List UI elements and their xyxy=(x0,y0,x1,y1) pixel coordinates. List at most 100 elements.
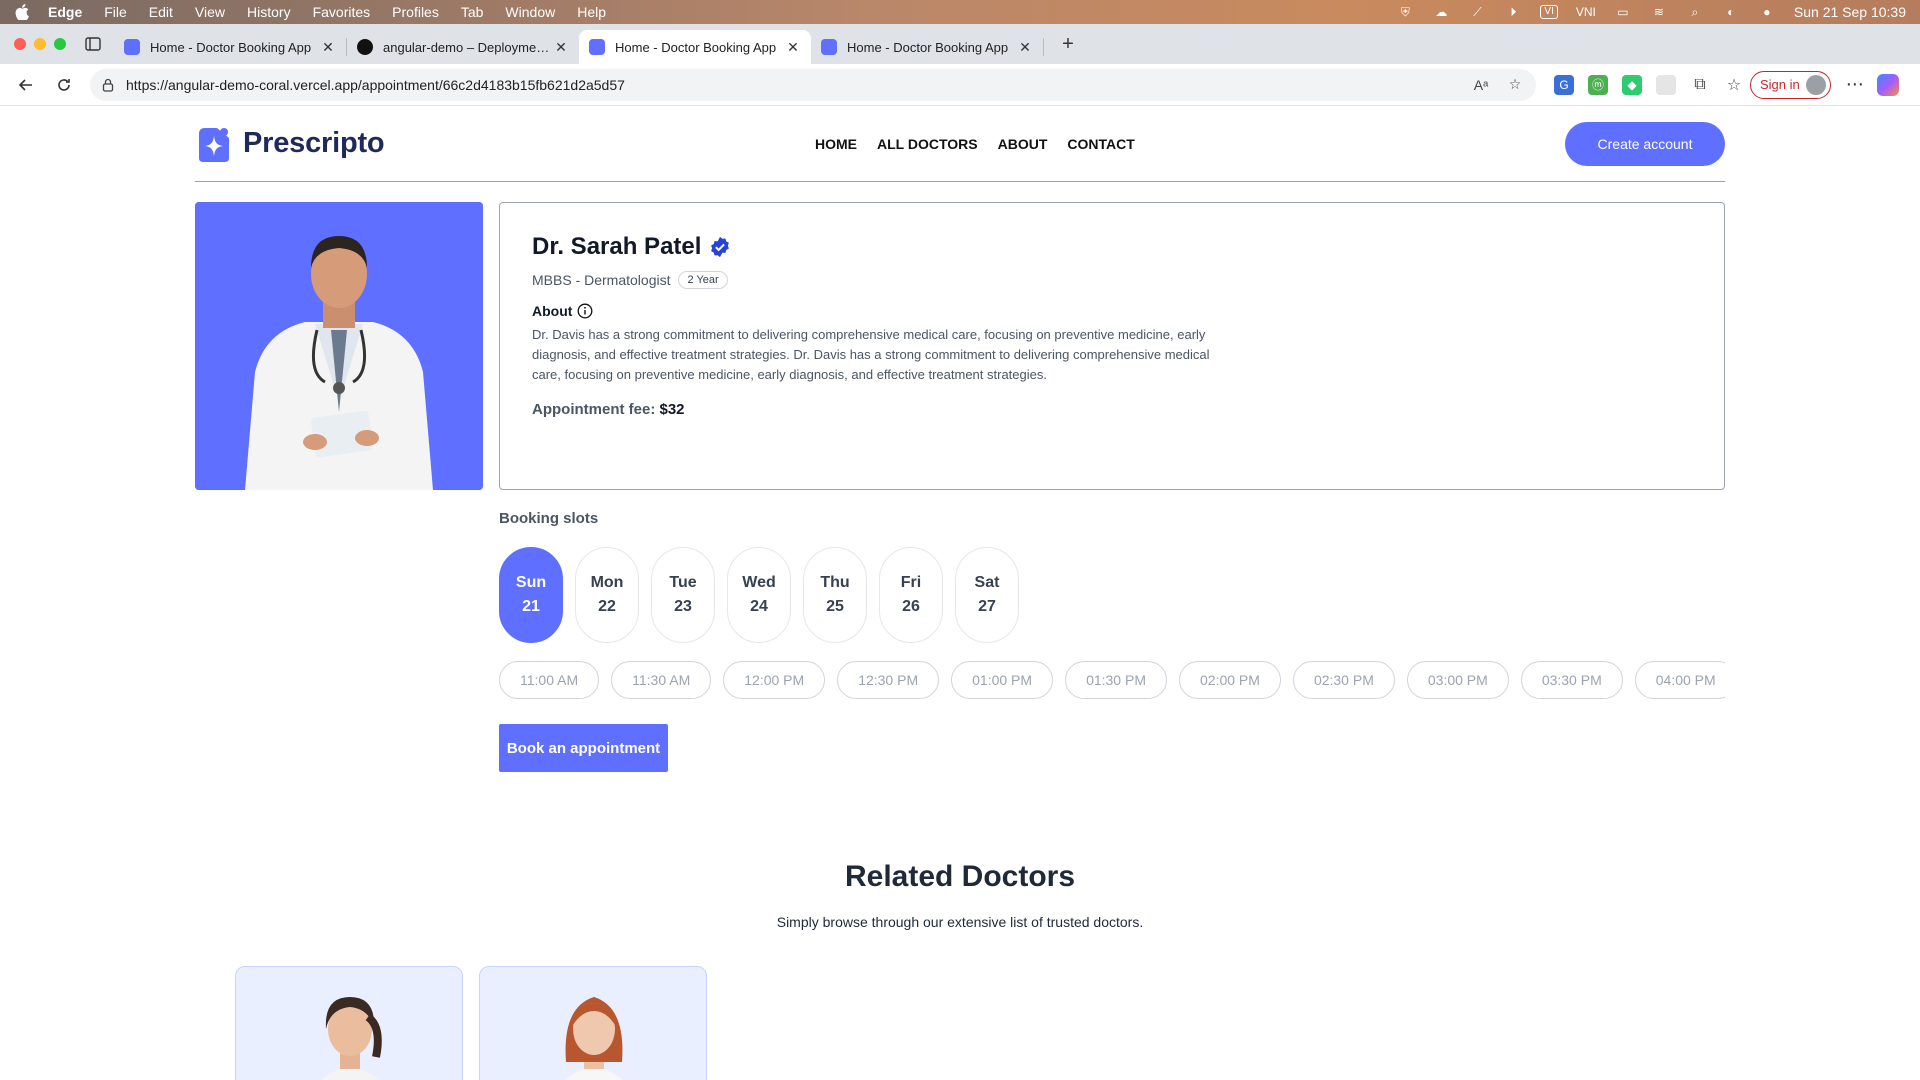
control-center-icon[interactable]: ◐ xyxy=(1722,5,1740,19)
time-slot[interactable]: 12:00 PM xyxy=(723,661,826,699)
sign-in-button[interactable]: Sign in xyxy=(1750,70,1831,99)
menubar-clock[interactable]: Sun 21 Sep 10:39 xyxy=(1794,4,1906,20)
day-selector: Sun 21 Mon 22 Tue 23 Wed 24 Thu 25 Fri 2… xyxy=(499,547,1019,643)
time-slot[interactable]: 12:30 PM xyxy=(837,661,940,699)
nav-contact[interactable]: CONTACT xyxy=(1067,136,1134,152)
nav-home[interactable]: HOME xyxy=(815,136,857,152)
menu-favorites[interactable]: Favorites xyxy=(313,4,371,20)
address-bar[interactable]: https://angular-demo-coral.vercel.app/ap… xyxy=(90,68,1536,101)
book-appointment-button[interactable]: Book an appointment xyxy=(499,724,668,772)
site-info-lock-icon[interactable] xyxy=(100,77,116,93)
favorite-star-icon[interactable]: ☆ xyxy=(1504,74,1526,96)
time-slot[interactable]: 02:30 PM xyxy=(1292,661,1395,699)
siri-icon[interactable]: ● xyxy=(1758,5,1776,19)
close-window-button[interactable] xyxy=(14,38,26,50)
tab-title: Home - Doctor Booking App xyxy=(847,39,1009,55)
menu-edit[interactable]: Edit xyxy=(149,4,173,20)
menu-app-name[interactable]: Edge xyxy=(48,4,82,20)
menu-view[interactable]: View xyxy=(195,4,225,20)
time-slot[interactable]: 02:00 PM xyxy=(1179,661,1281,699)
diamond-extension-icon[interactable]: ◆ xyxy=(1622,74,1642,95)
apple-icon[interactable] xyxy=(14,4,30,20)
web-page: Prescripto HOME ALL DOCTORS ABOUT CONTAC… xyxy=(0,106,1920,1080)
copilot-icon[interactable] xyxy=(1876,73,1899,96)
browser-tab-1[interactable]: Home - Doctor Booking App ✕ xyxy=(114,30,346,64)
day-name: Mon xyxy=(590,574,624,591)
experience-badge: 2 Year xyxy=(678,271,728,289)
nav-about[interactable]: ABOUT xyxy=(998,136,1048,152)
time-slot[interactable]: 04:00 PM xyxy=(1634,661,1725,699)
related-doctor-card[interactable] xyxy=(235,966,463,1080)
spotlight-search-icon[interactable]: ⌕ xyxy=(1686,5,1704,19)
more-options-icon[interactable]: ⋯ xyxy=(1843,74,1867,95)
green-extension-icon[interactable]: ⓜ xyxy=(1588,74,1608,95)
time-slot[interactable]: 01:00 PM xyxy=(951,661,1054,699)
time-slot-scroller[interactable]: 11:00 AM 11:30 AM 12:00 PM 12:30 PM 01:0… xyxy=(499,661,1725,701)
battery-icon[interactable]: ▭ xyxy=(1614,5,1632,19)
day-name: Fri xyxy=(900,574,922,591)
refresh-icon[interactable] xyxy=(48,69,80,101)
related-doctors-subtitle: Simply browse through our extensive list… xyxy=(776,914,1144,930)
tab-title: Home - Doctor Booking App xyxy=(150,39,312,55)
menu-profiles[interactable]: Profiles xyxy=(392,4,439,20)
doctor-name-row: Dr. Sarah Patel xyxy=(532,233,1692,261)
cloud-icon[interactable]: ☁ xyxy=(1432,5,1450,19)
close-tab-icon[interactable]: ✕ xyxy=(320,39,336,55)
play-circle-icon[interactable]: ⏵ xyxy=(1504,5,1522,19)
close-tab-icon[interactable]: ✕ xyxy=(785,39,801,55)
related-doctor-card[interactable] xyxy=(479,966,707,1080)
read-aloud-icon[interactable]: Aᵃ xyxy=(1470,74,1492,96)
doctor-portrait-illustration xyxy=(195,202,483,490)
day-slot-thu[interactable]: Thu 25 xyxy=(803,547,867,643)
doctor-meta: MBBS - Dermatologist 2 Year xyxy=(532,271,1692,289)
browser-tab-4[interactable]: Home - Doctor Booking App ✕ xyxy=(811,30,1043,64)
day-slot-mon[interactable]: Mon 22 xyxy=(575,547,639,643)
create-account-button[interactable]: Create account xyxy=(1565,121,1725,166)
close-tab-icon[interactable]: ✕ xyxy=(553,39,569,55)
wifi-icon[interactable]: ≋ xyxy=(1650,5,1668,19)
prescripto-favicon-icon xyxy=(124,39,140,55)
browser-tab-2[interactable]: angular-demo – Deployment O ✕ xyxy=(347,30,579,64)
nav-all-doctors[interactable]: ALL DOCTORS xyxy=(877,136,978,152)
related-doctor-photo xyxy=(565,997,623,1080)
grey-extension-icon[interactable] xyxy=(1656,74,1676,95)
favorites-icon[interactable]: ☆ xyxy=(1724,75,1744,95)
menu-tab[interactable]: Tab xyxy=(461,4,484,20)
menu-history[interactable]: History xyxy=(247,4,291,20)
menu-window[interactable]: Window xyxy=(505,4,555,20)
shield-icon[interactable]: ⛨ xyxy=(1396,5,1414,19)
back-arrow-icon[interactable] xyxy=(10,69,42,101)
site-logo[interactable]: Prescripto xyxy=(195,124,385,164)
day-name: Thu xyxy=(820,574,850,591)
new-tab-icon[interactable]: + xyxy=(1054,30,1082,58)
day-name: Sat xyxy=(974,574,1000,591)
translate-extension-icon[interactable]: G xyxy=(1554,74,1574,95)
zoom-window-button[interactable] xyxy=(54,38,66,50)
tab-actions-icon[interactable] xyxy=(82,33,104,55)
time-slot[interactable]: 01:30 PM xyxy=(1065,661,1167,699)
pen-icon[interactable]: ⟋ xyxy=(1468,5,1486,19)
prescripto-logo-icon xyxy=(199,127,229,162)
day-slot-fri[interactable]: Fri 26 xyxy=(879,547,943,643)
time-slot[interactable]: 11:00 AM xyxy=(499,661,600,699)
day-slot-sat[interactable]: Sat 27 xyxy=(955,547,1019,643)
prescripto-favicon-icon xyxy=(589,39,605,55)
input-method-badge[interactable]: VI xyxy=(1540,5,1558,19)
fee-label: Appointment fee: xyxy=(532,401,656,418)
time-slot[interactable]: 03:00 PM xyxy=(1406,661,1509,699)
url-text[interactable]: https://angular-demo-coral.vercel.app/ap… xyxy=(126,77,1458,93)
day-slot-tue[interactable]: Tue 23 xyxy=(651,547,715,643)
sign-in-label: Sign in xyxy=(1760,77,1800,92)
minimize-window-button[interactable] xyxy=(34,38,46,50)
menu-help[interactable]: Help xyxy=(577,4,606,20)
day-slot-sun[interactable]: Sun 21 xyxy=(499,547,563,643)
extensions-puzzle-icon[interactable]: ⧉ xyxy=(1690,75,1710,95)
close-tab-icon[interactable]: ✕ xyxy=(1017,39,1033,55)
menu-file[interactable]: File xyxy=(104,4,127,20)
info-icon xyxy=(577,303,593,319)
day-slot-wed[interactable]: Wed 24 xyxy=(727,547,791,643)
time-slot[interactable]: 11:30 AM xyxy=(611,661,712,699)
browser-tab-3-active[interactable]: Home - Doctor Booking App ✕ xyxy=(579,30,811,64)
time-slot[interactable]: 03:30 PM xyxy=(1520,661,1623,699)
menubar-tray: ⛨ ☁ ⟋ ⏵ VI VNI ▭ ≋ ⌕ ◐ ● Sun 21 Sep 10:3… xyxy=(1396,4,1906,20)
